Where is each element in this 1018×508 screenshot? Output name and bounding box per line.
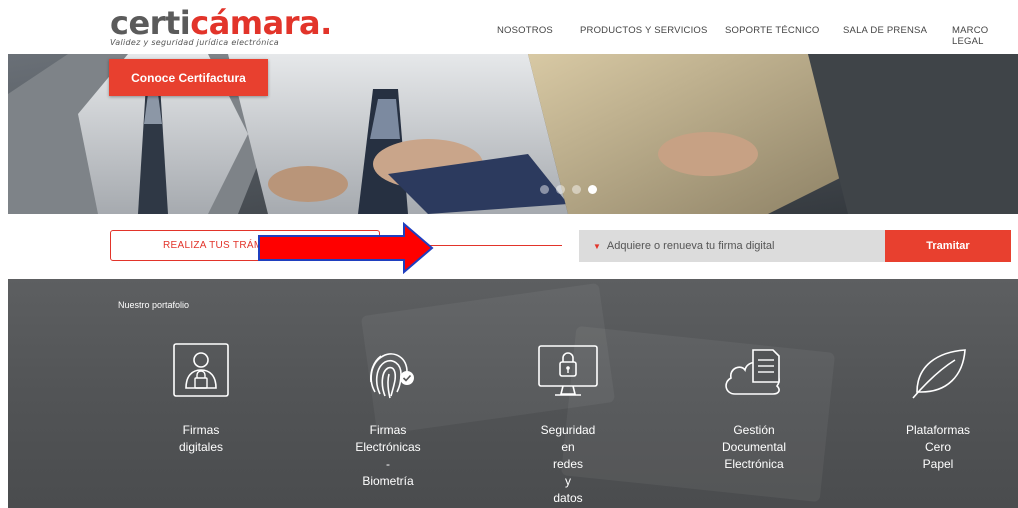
dropdown-triangle-icon: ▼ — [593, 241, 601, 251]
tramite-select-value: Adquiere o renueva tu firma digital — [606, 240, 775, 252]
carousel-dot-4-active[interactable] — [588, 185, 597, 194]
portfolio-item-firmas-electronicas[interactable]: Firmas Electrónicas - Biometría — [328, 342, 448, 490]
nav-label: NOSOTROS — [497, 25, 553, 36]
label-line: Plataformas — [905, 423, 971, 437]
nav-label: SALA DE PRENSA — [843, 25, 928, 36]
certicamara-logo[interactable]: certicámara. Validez y seguridad jurídic… — [110, 6, 332, 47]
nav-nosotros[interactable]: NOSOTROS — [497, 25, 553, 36]
fingerprint-icon — [370, 353, 414, 399]
carousel-dots — [540, 185, 597, 194]
portfolio-section: Nuestro portafolio Firmas digitales Firm… — [8, 279, 1018, 508]
label-line: datos — [553, 491, 583, 505]
monitor-lock-icon — [538, 345, 598, 396]
portfolio-item-firmas-digitales[interactable]: Firmas digitales — [141, 342, 261, 456]
nav-sala-prensa[interactable]: SALA DE PRENSA — [843, 25, 927, 36]
nav-label: PRODUCTOS Y SERVICIOS — [580, 25, 708, 36]
label-line: digitales — [178, 440, 224, 454]
portfolio-item-label: Plataformas Cero Papel — [878, 422, 998, 473]
conoce-certifactura-button[interactable]: Conoce Certifactura — [109, 59, 268, 96]
portfolio-title: Nuestro portafolio — [118, 300, 190, 310]
tramitar-button[interactable]: Tramitar — [885, 230, 1011, 262]
portfolio-item-plataformas-cero-papel[interactable]: Plataformas Cero Papel — [878, 342, 998, 473]
red-arrow-annotation — [258, 222, 434, 274]
label-line: Firmas — [369, 423, 407, 437]
nav-label: MARCO LEGAL — [952, 25, 989, 47]
logo-part-certi: certi — [110, 4, 191, 42]
portfolio-item-label: Seguridad en redes y datos — [508, 422, 628, 507]
realiza-tramites-label: REALIZA TUS TRÁMIT — [163, 240, 272, 251]
logo-part-camara: cámara. — [190, 4, 332, 42]
leaf-icon — [912, 349, 966, 399]
nav-productos-servicios[interactable]: PRODUCTOS Y SERVICIOS — [580, 25, 708, 36]
label-line: Gestión — [733, 423, 775, 437]
portfolio-item-label: Gestión Documental Electrónica — [694, 422, 814, 473]
label-line: Papel — [922, 457, 954, 471]
portfolio-item-gestion-documental[interactable]: Gestión Documental Electrónica — [694, 342, 814, 473]
label-line: Electrónicas — [355, 440, 421, 454]
label-line: y — [565, 474, 571, 488]
user-lock-icon — [173, 343, 229, 397]
nav-soporte-tecnico[interactable]: SOPORTE TÉCNICO — [725, 25, 820, 36]
carousel-dot-2[interactable] — [556, 185, 565, 194]
label-line: Documental — [721, 440, 787, 454]
portfolio-item-seguridad-redes[interactable]: Seguridad en redes y datos — [508, 342, 628, 507]
portfolio-item-label: Firmas digitales — [141, 422, 261, 456]
label-line: Seguridad — [540, 423, 596, 437]
tramite-select[interactable]: ▼ Adquiere o renueva tu firma digital — [579, 230, 885, 262]
nav-marco-legal[interactable]: MARCO LEGAL — [952, 25, 1018, 47]
label-line: Biometría — [362, 474, 414, 488]
label-line: - — [386, 457, 390, 471]
logo-wordmark: certicámara. — [110, 6, 332, 40]
label-line: redes — [552, 457, 584, 471]
label-line: Cero — [924, 440, 951, 454]
nav-label: SOPORTE TÉCNICO — [725, 25, 820, 36]
portfolio-item-label: Firmas Electrónicas - Biometría — [328, 422, 448, 490]
label-line: en — [561, 440, 575, 454]
cloud-document-icon — [725, 349, 780, 395]
site-header: certicámara. Validez y seguridad jurídic… — [0, 0, 1018, 54]
label-line: Firmas — [182, 423, 220, 437]
label-line: Electrónica — [724, 457, 784, 471]
carousel-dot-3[interactable] — [572, 185, 581, 194]
carousel-dot-1[interactable] — [540, 185, 549, 194]
hero-carousel: Conoce Certifactura — [8, 54, 1018, 214]
